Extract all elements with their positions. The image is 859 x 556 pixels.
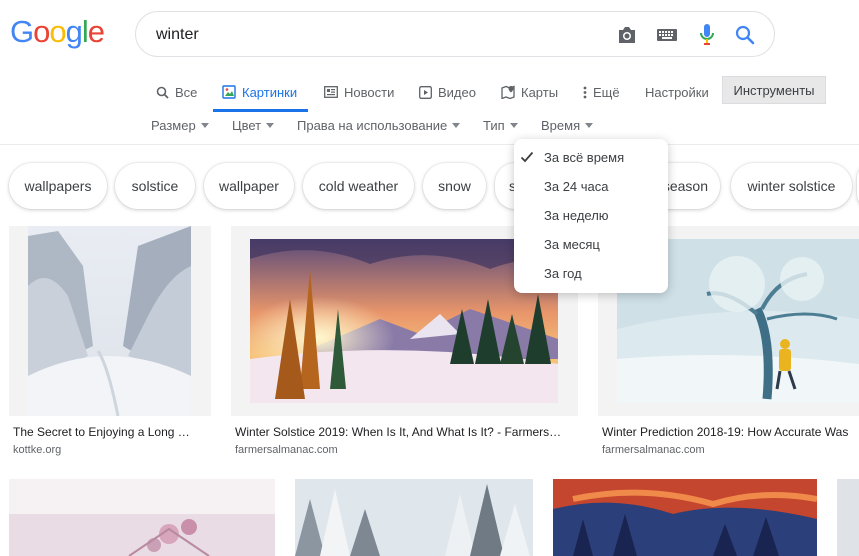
image-result[interactable] [553,479,817,556]
search-icon[interactable] [734,24,756,46]
tab-label: Картинки [242,84,298,100]
search-box [135,11,775,57]
filter-type[interactable]: Тип [483,118,518,133]
time-option-label: За год [544,266,582,281]
keyboard-icon[interactable] [656,24,678,46]
filter-label: Тип [483,118,505,133]
tab-label: Настройки [645,84,709,100]
time-dropdown-menu: За всё время За 24 часа За неделю За мес… [514,139,668,293]
tab-settings[interactable]: Настройки [645,72,709,112]
filter-usage-rights[interactable]: Права на использование [297,118,461,133]
related-chip[interactable]: snow [423,163,486,209]
tab-maps[interactable]: Карты [501,72,558,112]
time-option-label: За месяц [544,237,600,252]
caret-down-icon [509,123,518,128]
related-chip[interactable]: wallpaper [204,163,294,209]
caret-down-icon [452,123,461,128]
microphone-icon[interactable] [696,24,718,46]
caret-down-icon [266,123,275,128]
caret-down-icon [585,123,594,128]
google-logo[interactable]: Google [10,14,105,50]
video-icon [418,85,432,99]
result-source[interactable]: farmersalmanac.com [602,444,705,456]
search-icon [155,85,169,99]
result-caption[interactable]: The Secret to Enjoying a Long … [13,425,209,439]
divider [0,144,859,145]
time-option-month[interactable]: За месяц [514,230,668,259]
time-option-week[interactable]: За неделю [514,201,668,230]
related-chip[interactable]: cold weather [303,163,414,209]
tab-label: Видео [438,84,476,100]
filter-label: Цвет [232,118,262,133]
logo-letter: e [87,14,105,49]
time-option-any[interactable]: За всё время [514,143,668,172]
image-result[interactable] [295,479,533,556]
tab-label: Ещё [593,84,620,100]
time-option-label: За всё время [544,150,625,165]
tools-button[interactable]: Инструменты [722,76,826,104]
tab-video[interactable]: Видео [418,72,476,112]
time-option-24h[interactable]: За 24 часа [514,172,668,201]
logo-letter: o [33,14,50,49]
image-thumbnail[interactable] [28,226,191,416]
time-option-label: За неделю [544,208,609,223]
filter-size[interactable]: Размер [151,118,209,133]
time-option-year[interactable]: За год [514,259,668,288]
image-icon [222,85,236,99]
search-input[interactable] [156,24,596,46]
news-icon [324,85,338,99]
logo-letter: o [49,14,66,49]
filter-label: Права на использование [297,118,448,133]
related-chip[interactable]: solstice [115,163,195,209]
tab-label: Все [175,84,198,100]
filter-color[interactable]: Цвет [232,118,275,133]
logo-letter: G [10,14,34,49]
result-caption[interactable]: Winter Solstice 2019: When Is It, And Wh… [235,425,578,439]
image-result[interactable] [837,479,859,556]
result-source[interactable]: farmersalmanac.com [235,444,338,456]
time-option-label: За 24 часа [544,179,609,194]
filter-label: Размер [151,118,196,133]
more-vertical-icon [582,85,588,99]
result-source[interactable]: kottke.org [13,444,61,456]
filter-time[interactable]: Время [541,118,594,133]
tab-more[interactable]: Ещё [582,72,620,112]
image-thumbnail-frame [9,226,211,416]
tab-news[interactable]: Новости [324,72,394,112]
logo-letter: g [65,14,83,49]
image-thumbnail[interactable] [250,239,558,403]
tab-label: Карты [521,84,559,100]
related-chip[interactable]: wallpapers [9,163,107,209]
image-result[interactable]: The Secret to Enjoying a Long … kottke.o… [9,226,211,462]
tab-label: Новости [344,84,395,100]
result-caption[interactable]: Winter Prediction 2018-19: How Accurate … [602,425,859,439]
camera-icon[interactable] [616,24,638,46]
tab-all[interactable]: Все [155,72,197,112]
check-icon [520,151,534,163]
image-result[interactable] [9,479,275,556]
caret-down-icon [200,123,209,128]
related-chip[interactable]: winter solstice [731,163,852,209]
filter-label: Время [541,118,581,133]
map-pin-icon [501,85,515,99]
tab-images[interactable]: Картинки [212,72,309,112]
